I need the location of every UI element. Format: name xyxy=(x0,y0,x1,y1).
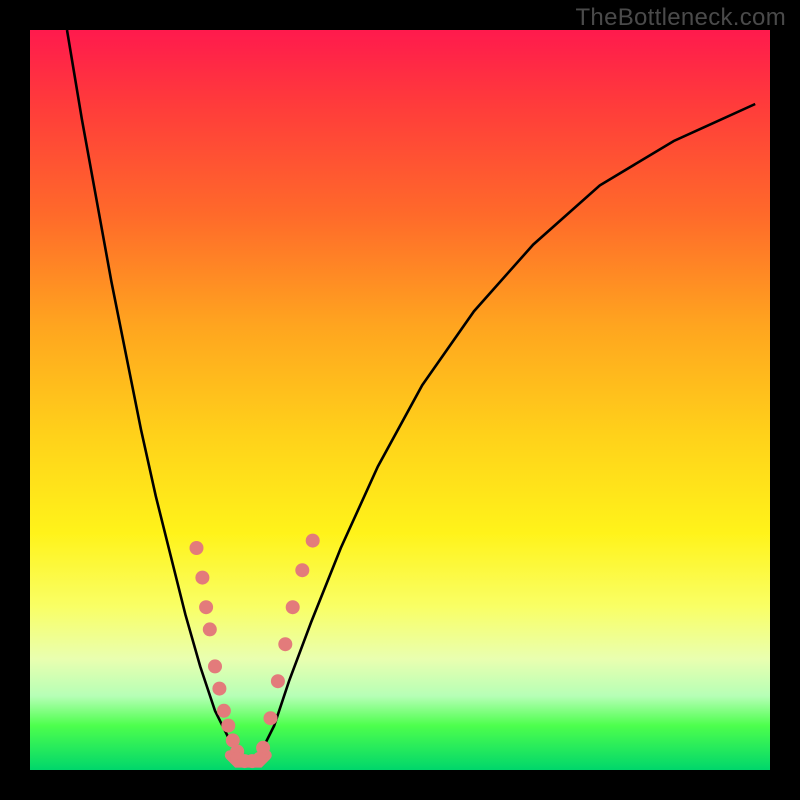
curve-group xyxy=(67,30,755,763)
data-dot xyxy=(217,704,231,718)
dots-left-cluster xyxy=(190,541,245,759)
data-dot xyxy=(195,571,209,585)
data-dot xyxy=(203,622,217,636)
data-dot xyxy=(221,719,235,733)
data-dot xyxy=(286,600,300,614)
chart-overlay xyxy=(30,30,770,770)
data-dot xyxy=(306,534,320,548)
data-dot xyxy=(252,752,266,766)
data-dot xyxy=(271,674,285,688)
watermark-text: TheBottleneck.com xyxy=(575,4,786,32)
data-dot xyxy=(264,711,278,725)
data-dot xyxy=(212,682,226,696)
data-dot xyxy=(199,600,213,614)
right-curve-path xyxy=(259,104,755,755)
chart-frame: TheBottleneck.com xyxy=(0,0,800,800)
left-curve-path xyxy=(67,30,237,755)
data-dot xyxy=(190,541,204,555)
dots-right-cluster xyxy=(256,534,320,755)
dots-bottom-cluster xyxy=(230,752,266,768)
data-dot xyxy=(278,637,292,651)
data-dot xyxy=(208,659,222,673)
data-dot xyxy=(295,563,309,577)
